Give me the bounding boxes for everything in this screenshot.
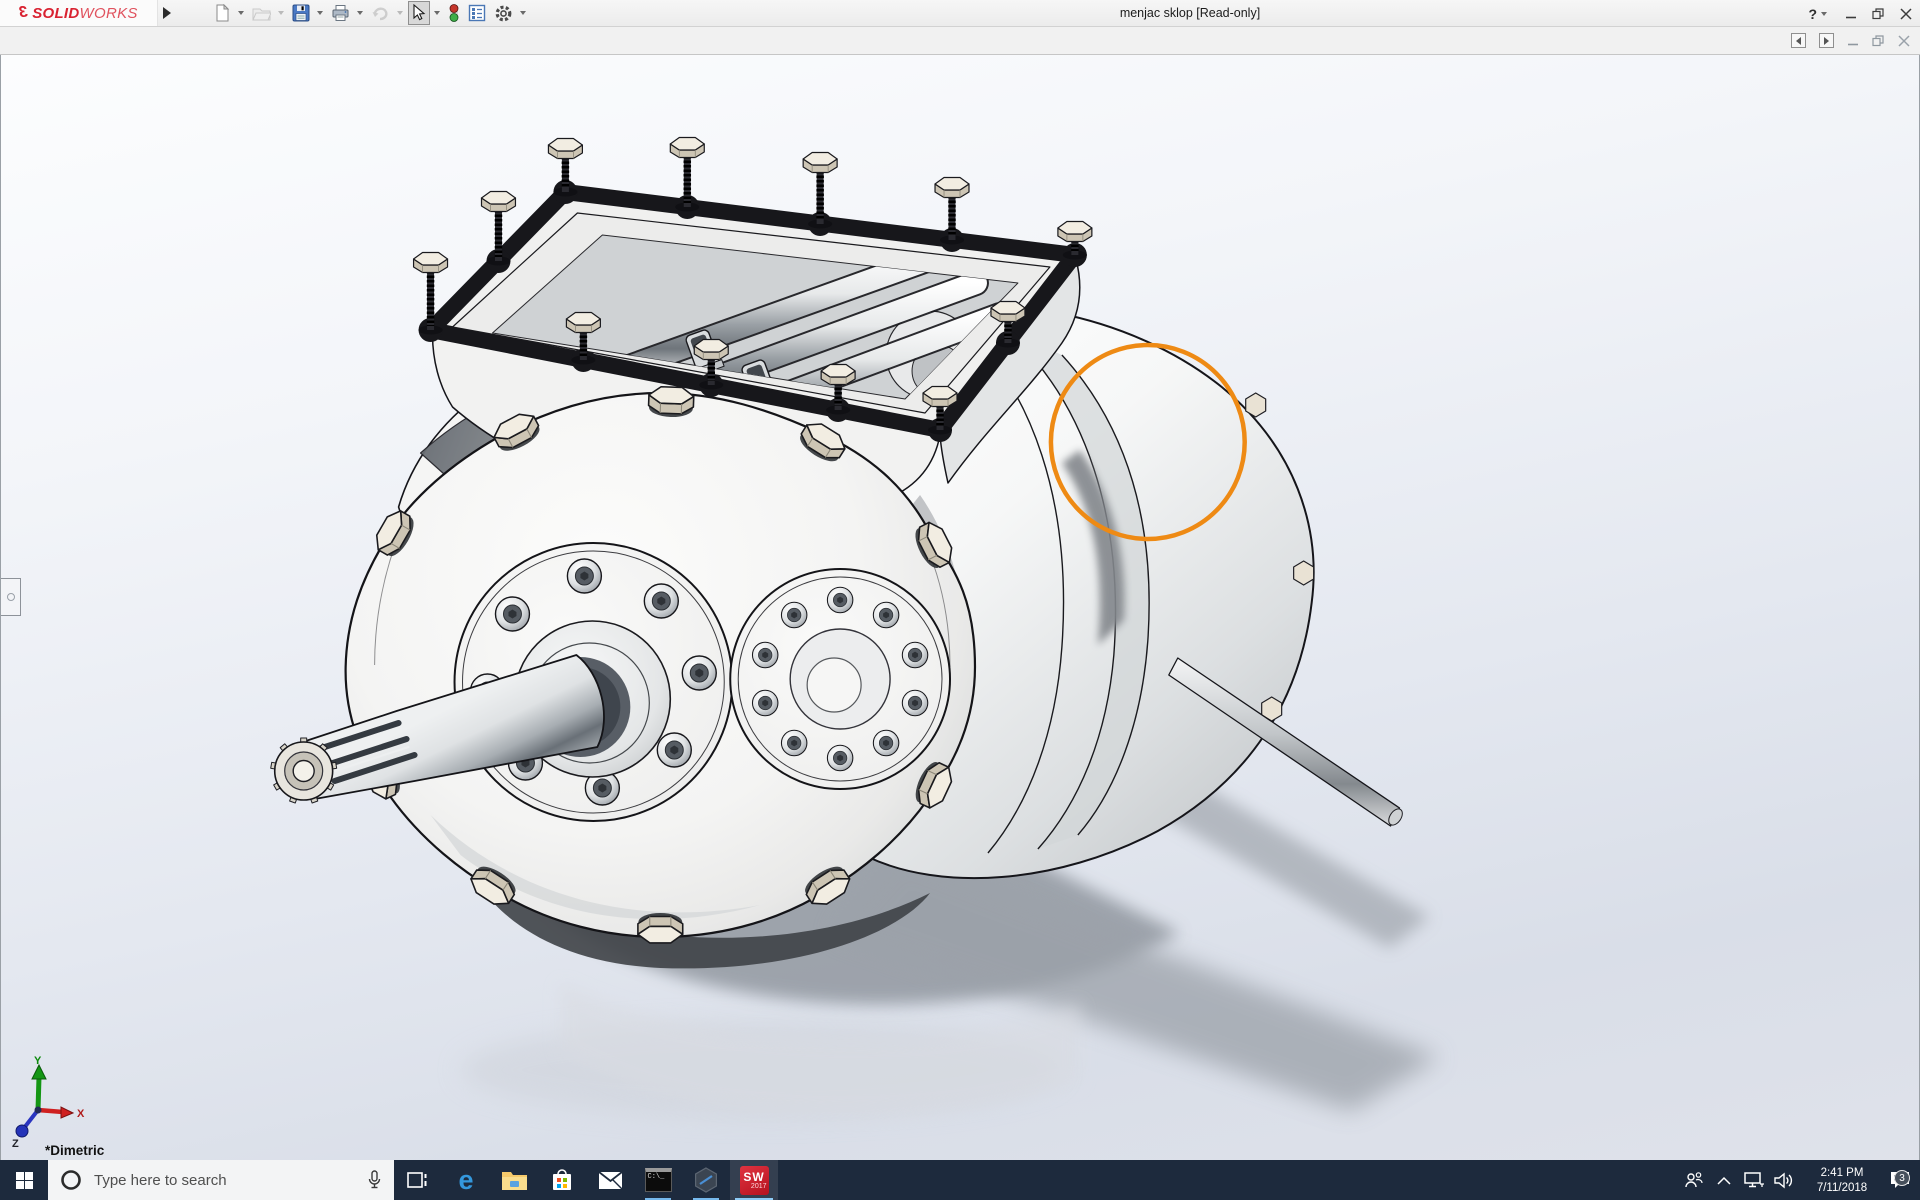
undo-icon bbox=[372, 7, 388, 21]
doc-previous-button[interactable] bbox=[1791, 33, 1806, 48]
task-view-icon bbox=[407, 1172, 427, 1188]
taskbar-edge[interactable]: e bbox=[442, 1160, 490, 1200]
options-dropdown[interactable] bbox=[520, 11, 526, 15]
edge-icon: e bbox=[458, 1164, 474, 1195]
brand-solid: SOLID bbox=[32, 4, 80, 22]
quick-access-toolbar bbox=[210, 1, 529, 25]
file-properties-button[interactable] bbox=[465, 1, 489, 25]
brand-works: WORKS bbox=[79, 4, 138, 22]
select-tool-dropdown[interactable] bbox=[434, 11, 440, 15]
menu-flyout-arrow[interactable] bbox=[158, 0, 176, 26]
people-button[interactable] bbox=[1679, 1171, 1709, 1189]
undo-button bbox=[368, 1, 393, 25]
open-button bbox=[249, 1, 274, 25]
new-document-icon bbox=[216, 4, 230, 22]
document-title: menjac sklop [Read-only] bbox=[1119, 6, 1261, 20]
new-document-dropdown[interactable] bbox=[238, 11, 244, 15]
rebuild-button[interactable] bbox=[445, 1, 463, 25]
microphone-icon[interactable] bbox=[367, 1170, 382, 1190]
undo-dropdown bbox=[397, 11, 403, 15]
doc-restore-icon[interactable] bbox=[1872, 34, 1885, 47]
volume-button[interactable] bbox=[1769, 1172, 1799, 1189]
triad-y-label: Y bbox=[34, 1055, 42, 1067]
taskbar-mail[interactable] bbox=[586, 1160, 634, 1200]
chevron-up-icon bbox=[1717, 1176, 1731, 1185]
solidworks-window: 3 SOLIDWORKS menjac sklop [Read-only] ? … bbox=[0, 0, 1920, 1200]
mail-icon bbox=[597, 1170, 623, 1189]
help-dropdown[interactable] bbox=[1821, 11, 1827, 16]
right-bearing-boss bbox=[729, 568, 952, 790]
cortana-icon bbox=[61, 1170, 81, 1190]
start-button[interactable] bbox=[0, 1160, 48, 1200]
taskbar-command-prompt[interactable]: C:\_ bbox=[634, 1160, 682, 1200]
rebuild-traffic-light-icon bbox=[449, 4, 459, 22]
next-icon bbox=[1824, 36, 1829, 45]
open-icon bbox=[252, 8, 271, 21]
file-properties-icon bbox=[468, 4, 486, 22]
graphics-viewport[interactable]: Y X Z *Dimetric bbox=[0, 55, 1920, 1160]
ds-logo-icon: 3 bbox=[19, 4, 29, 21]
solidworks-2017-icon: SW 2017 bbox=[739, 1165, 769, 1195]
document-window-bar bbox=[0, 27, 1920, 55]
triad-x-label: X bbox=[77, 1108, 85, 1120]
previous-icon bbox=[1796, 36, 1801, 45]
doc-next-button[interactable] bbox=[1819, 33, 1834, 48]
clock-time: 2:41 PM bbox=[1820, 1166, 1864, 1179]
windows-logo-icon bbox=[15, 1171, 33, 1189]
select-tool-button[interactable] bbox=[408, 1, 430, 25]
task-view-button[interactable] bbox=[394, 1160, 442, 1200]
save-dropdown[interactable] bbox=[317, 11, 323, 15]
system-tray: 2:41 PM 7/11/2018 3 bbox=[1679, 1160, 1920, 1200]
taskbar-file-explorer[interactable] bbox=[490, 1160, 538, 1200]
people-icon bbox=[1685, 1172, 1703, 1188]
help-button[interactable]: ? bbox=[1808, 6, 1830, 22]
save-button[interactable] bbox=[289, 1, 313, 25]
command-prompt-icon: C:\_ bbox=[644, 1168, 672, 1192]
taskbar-store[interactable] bbox=[538, 1160, 586, 1200]
restore-icon[interactable] bbox=[1872, 7, 1885, 20]
view-orientation-label: *Dimetric bbox=[45, 1143, 105, 1158]
taskbar-search-input[interactable]: Type here to search bbox=[48, 1160, 394, 1200]
open-dropdown bbox=[278, 11, 284, 15]
help-icon: ? bbox=[1808, 5, 1817, 22]
windows-taskbar: Type here to search e C:\_ SW 2017 2:41 … bbox=[0, 1160, 1920, 1200]
taskbar-hexagon-app[interactable] bbox=[682, 1160, 730, 1200]
network-button[interactable] bbox=[1739, 1171, 1769, 1189]
doc-close-icon[interactable] bbox=[1898, 34, 1910, 47]
flyout-triangle-icon bbox=[163, 7, 171, 19]
print-icon bbox=[332, 5, 349, 21]
microsoft-store-icon bbox=[553, 1169, 571, 1190]
file-explorer-icon bbox=[501, 1172, 527, 1190]
solidworks-logo: 3 SOLIDWORKS bbox=[0, 0, 158, 26]
window-controls: ? bbox=[1808, 0, 1912, 27]
new-document-button[interactable] bbox=[210, 1, 234, 25]
task-pane-collapsed-tab[interactable] bbox=[1, 578, 21, 616]
select-cursor-icon bbox=[413, 4, 426, 21]
print-button[interactable] bbox=[328, 1, 353, 25]
minimize-icon[interactable] bbox=[1845, 8, 1857, 20]
taskbar-clock[interactable]: 2:41 PM 7/11/2018 bbox=[1799, 1165, 1885, 1196]
network-icon bbox=[1744, 1172, 1764, 1188]
options-button[interactable] bbox=[491, 1, 516, 25]
print-dropdown[interactable] bbox=[357, 11, 363, 15]
action-center-button[interactable]: 3 bbox=[1885, 1170, 1915, 1190]
notification-badge: 3 bbox=[1894, 1170, 1910, 1186]
3d-gearbox-model[interactable] bbox=[1, 55, 1919, 1160]
title-bar: 3 SOLIDWORKS menjac sklop [Read-only] ? bbox=[0, 0, 1920, 27]
doc-minimize-icon[interactable] bbox=[1847, 35, 1859, 47]
search-placeholder: Type here to search bbox=[94, 1171, 227, 1189]
collapsed-tab-dot-icon bbox=[6, 593, 15, 601]
taskbar-solidworks-2017[interactable]: SW 2017 bbox=[730, 1160, 778, 1200]
hexagon-app-icon bbox=[694, 1167, 717, 1193]
speaker-icon bbox=[1774, 1172, 1793, 1188]
clock-date: 7/11/2018 bbox=[1816, 1181, 1868, 1194]
save-icon bbox=[292, 4, 310, 22]
close-icon[interactable] bbox=[1900, 7, 1912, 20]
tray-expand-button[interactable] bbox=[1709, 1176, 1739, 1185]
triad-z-label: Z bbox=[12, 1138, 19, 1150]
options-gear-icon bbox=[495, 5, 512, 21]
orientation-triad: Y X Z bbox=[12, 1055, 85, 1150]
